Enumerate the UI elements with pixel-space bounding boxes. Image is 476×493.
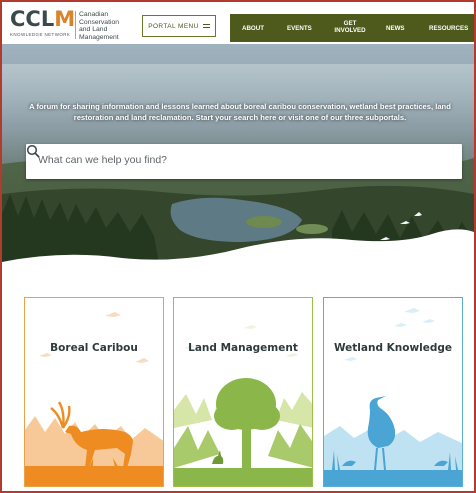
heron-icon xyxy=(324,308,462,486)
logo-org-name: Canadian Conservation and Land Managemen… xyxy=(79,11,120,41)
nav-resources[interactable]: RESOURCES xyxy=(429,25,468,32)
card-title: Boreal Caribou xyxy=(50,342,138,354)
logo-subtitle: KNOWLEDGE NETWORK xyxy=(10,32,71,37)
subportal-card-wetland-knowledge[interactable]: Wetland Knowledge xyxy=(323,297,463,487)
logo-divider xyxy=(75,11,76,39)
nav-get-involved[interactable]: GET INVOLVED xyxy=(331,20,369,34)
search-input[interactable] xyxy=(38,154,418,166)
card-title: Wetland Knowledge xyxy=(333,342,453,354)
nav-news[interactable]: NEWS xyxy=(386,25,405,32)
subportal-card-boreal-caribou[interactable]: Boreal Caribou xyxy=(24,297,164,487)
hamburger-icon xyxy=(202,23,210,29)
caribou-icon xyxy=(25,312,163,486)
cclm-logo[interactable]: CCLM KNOWLEDGE NETWORK Canadian Conserva… xyxy=(10,8,130,42)
portal-menu-label: PORTAL MENU xyxy=(148,22,199,30)
subportal-card-land-management[interactable]: Land Management xyxy=(173,297,313,487)
nav-about[interactable]: ABOUT xyxy=(242,25,264,32)
site-header: CCLM KNOWLEDGE NETWORK Canadian Conserva… xyxy=(2,2,474,44)
tree-icon xyxy=(174,325,312,486)
main-nav: ABOUT EVENTS GET INVOLVED NEWS RESOURCES xyxy=(230,14,474,42)
logo-wordmark: CCLM xyxy=(10,7,76,31)
site-search xyxy=(26,144,462,179)
hero-banner: A forum for sharing information and less… xyxy=(2,44,474,280)
nav-events[interactable]: EVENTS xyxy=(287,25,312,32)
search-icon[interactable] xyxy=(26,144,40,158)
portal-menu-button[interactable]: PORTAL MENU xyxy=(142,15,216,37)
hero-tagline: A forum for sharing information and less… xyxy=(29,102,451,122)
card-title: Land Management xyxy=(188,342,298,354)
